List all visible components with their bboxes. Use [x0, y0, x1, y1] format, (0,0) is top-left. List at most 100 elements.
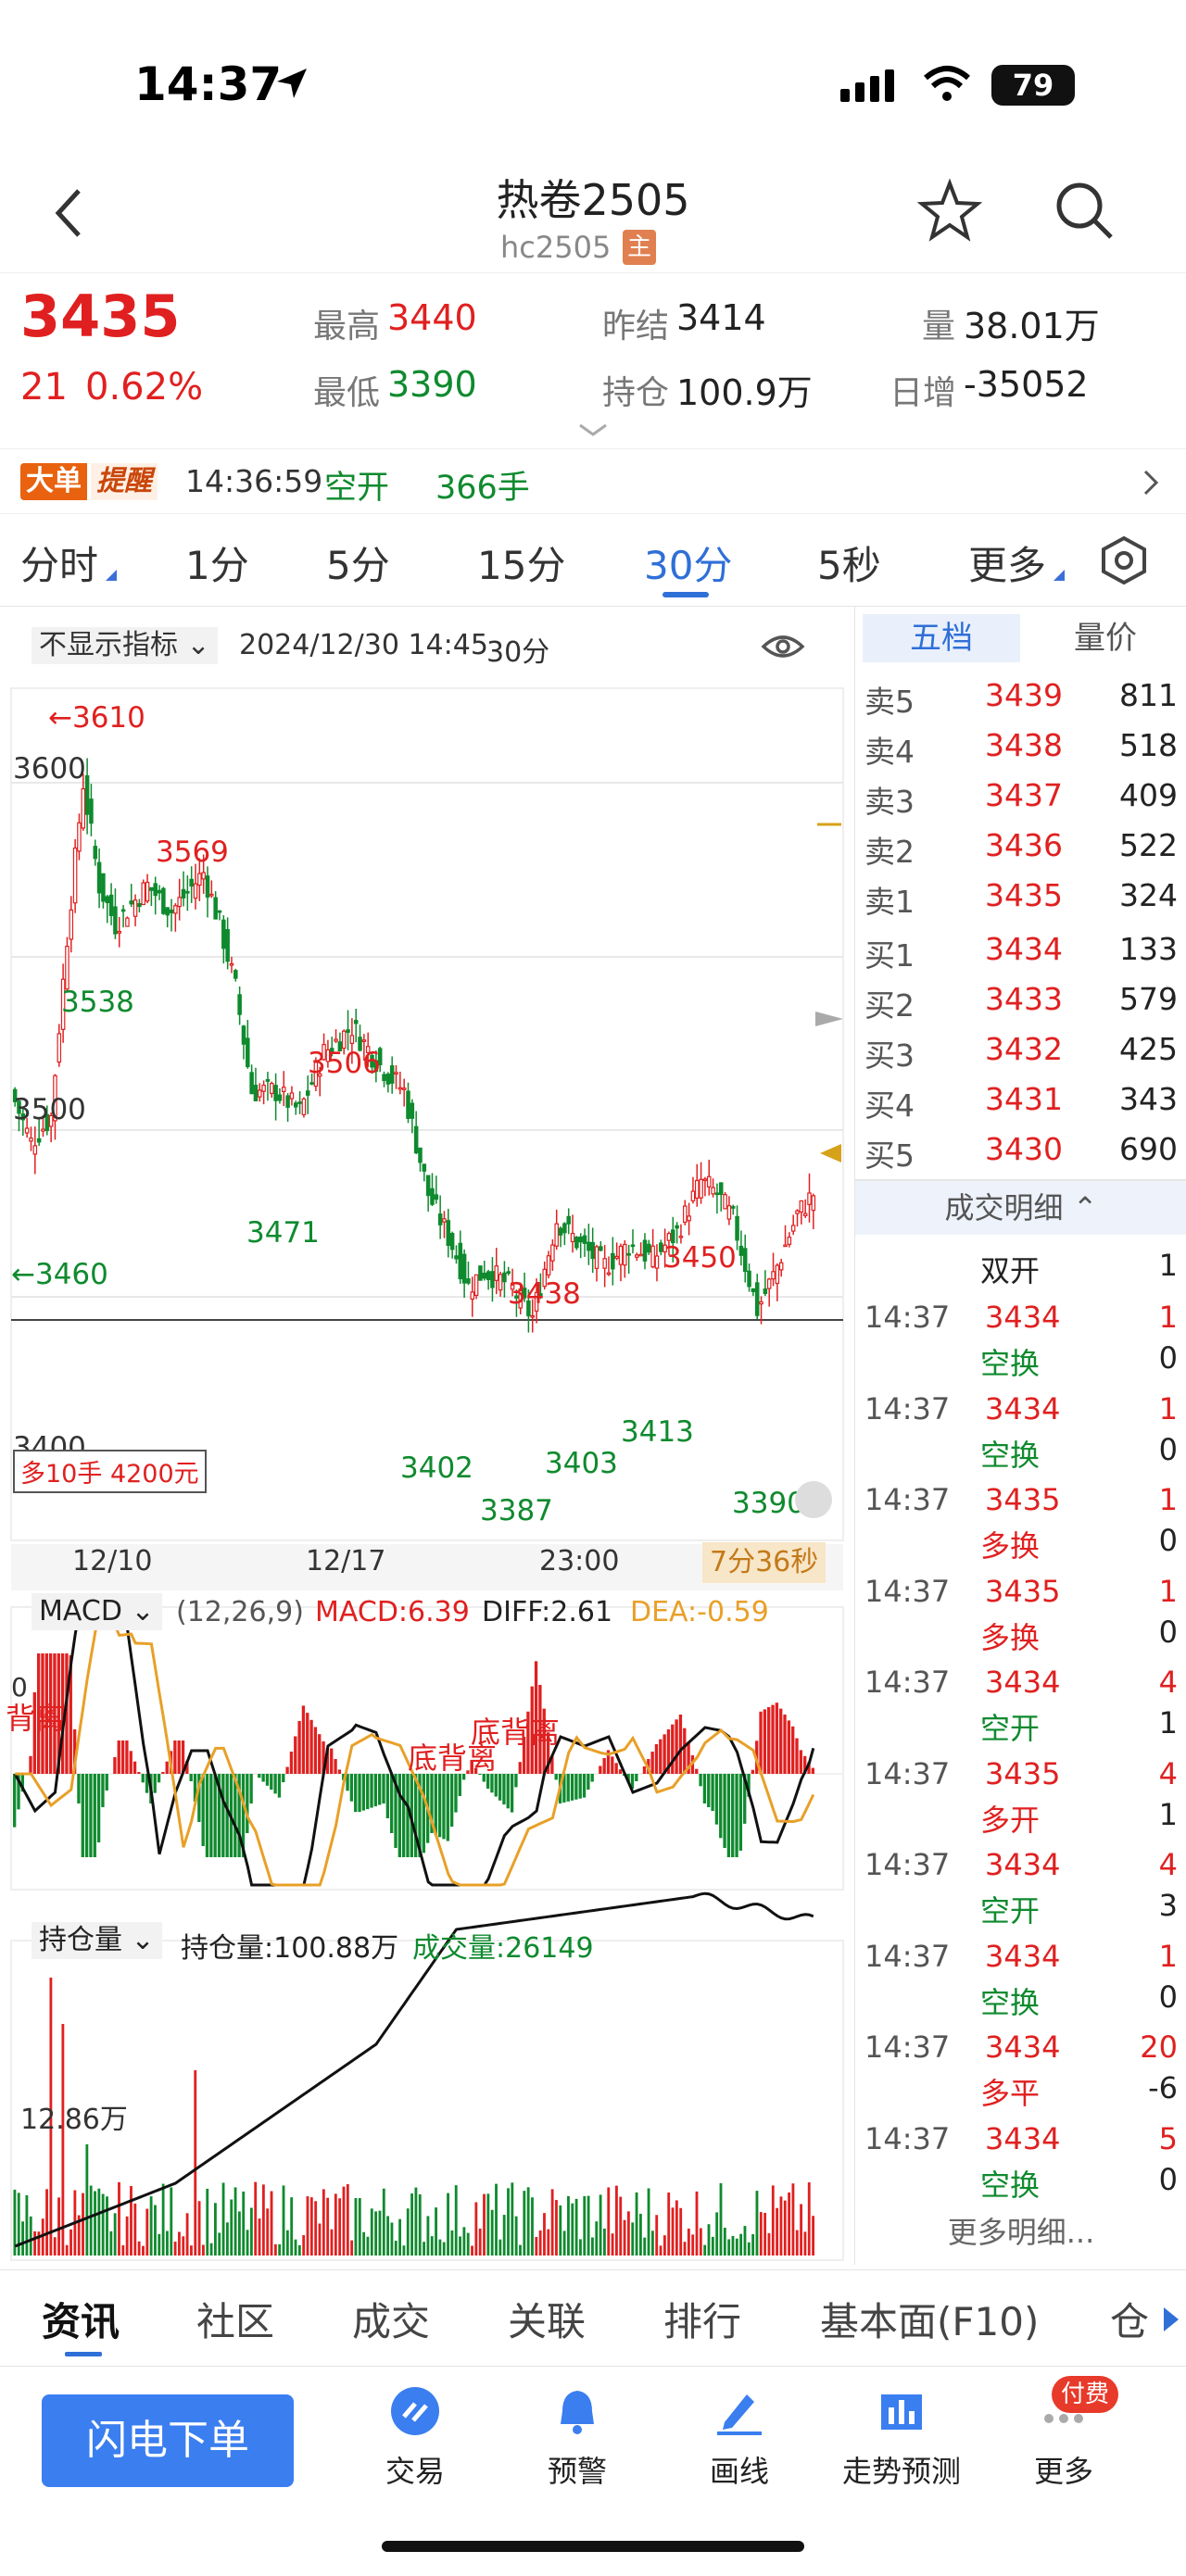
macd-bar [246, 1774, 249, 1833]
more-details-link[interactable]: 更多明细... [855, 2209, 1186, 2252]
tab-more[interactable]: 更多 [968, 534, 1046, 591]
candle-body [775, 1264, 780, 1285]
price-change: 21 [20, 366, 68, 408]
indicator-select[interactable]: 不显示指标 ⌄ [32, 627, 218, 664]
refresh-icon[interactable] [795, 1481, 832, 1518]
trade-detail-header[interactable]: 成交明细 ⌃ [855, 1181, 1186, 1235]
bid-level[interactable]: 买1 3434 133 [855, 924, 1186, 974]
tab-30min[interactable]: 30分 [644, 534, 732, 591]
tab-15min[interactable]: 15分 [477, 534, 565, 591]
trade-time: 14:37 [864, 1755, 951, 1791]
volume-bar [65, 2244, 69, 2256]
ask-level[interactable]: 卖4 3438 518 [855, 720, 1186, 770]
candle-body [790, 1225, 796, 1232]
candle-body [711, 1187, 715, 1195]
big-order-alert[interactable]: 大单 提醒 14:36:59 空开 366手 [0, 449, 1186, 514]
candle-body [201, 872, 206, 880]
macd-bar [177, 1740, 181, 1774]
volume-bar [273, 2243, 277, 2256]
trade-type: 空换 [980, 2167, 1041, 2203]
tab-intraday[interactable]: 分时 [20, 534, 98, 591]
flash-order-button[interactable]: 闪电下单 [42, 2394, 294, 2487]
ask-level[interactable]: 卖5 3439 811 [855, 670, 1186, 720]
tab-volume-price[interactable]: 量价 [1031, 614, 1180, 662]
trade-time: 14:37 [864, 1847, 951, 1882]
position-box[interactable]: 多10手 4200元 [13, 1450, 207, 1493]
bid-level[interactable]: 买3 3432 425 [855, 1024, 1186, 1074]
oi-select[interactable]: 持仓量 ⌄ [32, 1922, 162, 1959]
level-label: 买3 [864, 1037, 915, 1074]
trade-price: 3434 [985, 2029, 1061, 2065]
volume-bar [703, 2244, 707, 2256]
bid-level[interactable]: 买5 3430 690 [855, 1124, 1186, 1174]
alert-button[interactable]: 预警 [512, 2385, 642, 2491]
tab-1min[interactable]: 1分 [185, 534, 249, 591]
candle-body [189, 878, 194, 887]
trade-oi-change: 0 [1158, 2161, 1178, 2197]
candle-body [401, 1087, 407, 1090]
tab-ranking[interactable]: 排行 [663, 2291, 741, 2347]
macd-bar [587, 1774, 590, 1791]
candle-body [177, 897, 182, 908]
candle-body [550, 1244, 555, 1262]
candle-body [229, 962, 234, 966]
macd-bar [554, 1774, 558, 1780]
candle-body [145, 881, 150, 902]
macd-select[interactable]: MACD ⌄ [32, 1593, 162, 1630]
trade-time: 14:37 [864, 1665, 951, 1700]
tab-news[interactable]: 资讯 [42, 2291, 120, 2347]
tab-5sec[interactable]: 5秒 [817, 534, 881, 591]
bid-level[interactable]: 买2 3433 579 [855, 974, 1186, 1024]
settings-hexagon-icon[interactable] [1098, 534, 1150, 586]
prev-settle-label: 昨结 [602, 308, 670, 346]
high-value: 3440 [387, 297, 477, 338]
macd-bar [650, 1752, 654, 1774]
volume-bar [747, 2242, 751, 2256]
volume-bar [170, 2187, 173, 2256]
volume-bar [89, 2185, 93, 2256]
ask-level[interactable]: 卖3 3437 409 [855, 770, 1186, 820]
macd-select-label: MACD [39, 1595, 122, 1627]
volume-bar [378, 2210, 382, 2256]
trade-row: 14:37 3434 1 空换 0 [855, 1290, 1186, 1381]
tab-trades[interactable]: 成交 [352, 2291, 430, 2347]
trend-forecast-button[interactable]: 走势预测 [837, 2385, 966, 2491]
tab-fundamentals[interactable]: 基本面(F10) [820, 2291, 1039, 2347]
tab-positions[interactable]: 仓 [1110, 2291, 1149, 2347]
expand-chevron-icon[interactable] [576, 421, 610, 440]
tab-five-levels[interactable]: 五档 [863, 614, 1020, 662]
star-icon[interactable] [917, 178, 982, 243]
ask-level[interactable]: 卖2 3436 522 [855, 820, 1186, 870]
scroll-handle[interactable] [815, 1012, 843, 1026]
candle-body [714, 1192, 720, 1196]
trade-time: 14:37 [864, 2029, 951, 2065]
scroll-right-icon[interactable] [1160, 2306, 1180, 2333]
macd-bar [370, 1774, 373, 1808]
bid-level[interactable]: 买4 3431 343 [855, 1074, 1186, 1124]
ask-level[interactable]: 卖1 3435 324 [855, 870, 1186, 920]
back-chevron-icon[interactable] [51, 185, 88, 241]
tab-5min[interactable]: 5分 [326, 534, 390, 591]
search-icon[interactable] [1052, 178, 1117, 243]
eye-icon[interactable] [760, 630, 806, 663]
volume-bar [683, 2242, 687, 2256]
trade-type: 空换 [980, 1346, 1041, 1381]
volume-bar [555, 2200, 558, 2256]
trade-button[interactable]: 交易 [350, 2385, 480, 2491]
macd-bar [358, 1774, 361, 1813]
candle-body [309, 1082, 314, 1085]
macd-bar [84, 1774, 89, 1857]
macd-bar [165, 1761, 169, 1774]
candle-body [425, 1175, 431, 1197]
volume-bar [514, 2216, 518, 2256]
chevron-up-icon: ⌃ [1072, 1190, 1098, 1225]
trade-price: 3435 [985, 1755, 1061, 1791]
macd-bar [707, 1774, 711, 1807]
tab-community[interactable]: 社区 [196, 2291, 274, 2347]
volume-bar [659, 2245, 662, 2256]
tab-related[interactable]: 关联 [508, 2291, 586, 2347]
level-volume: 811 [1119, 677, 1178, 713]
volume-bar [97, 2188, 101, 2256]
draw-line-button[interactable]: 画线 [675, 2385, 804, 2491]
chevron-down-icon: ⌄ [131, 1595, 155, 1627]
